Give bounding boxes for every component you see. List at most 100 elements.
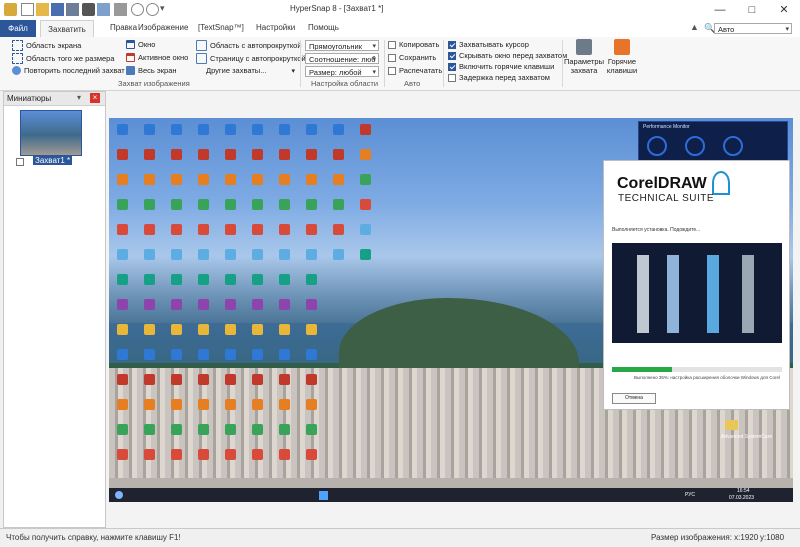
desktop-shortcut-icon xyxy=(171,449,182,460)
banner-figure xyxy=(637,255,649,333)
tab-settings[interactable]: Настройки xyxy=(256,23,295,32)
thumbnails-panel: Миниатюры ▾ × Захват1 * xyxy=(3,91,106,528)
capture-settings-label-2: захвата xyxy=(570,66,598,75)
thumbnail-label[interactable]: Захват1 * xyxy=(33,156,73,165)
undo-icon[interactable] xyxy=(131,3,144,16)
capture-window-button[interactable]: Окно xyxy=(126,40,155,49)
tab-image[interactable]: Изображение xyxy=(138,23,188,32)
checkbox-icon[interactable] xyxy=(448,73,456,82)
capture-region-button[interactable]: Область экрана xyxy=(12,40,81,51)
auto-save-label: Сохранить xyxy=(399,53,437,62)
tab-file[interactable]: Файл xyxy=(0,20,36,37)
region-shape-select[interactable]: Прямоугольник xyxy=(305,40,379,51)
checkbox-checked-icon[interactable] xyxy=(448,62,456,71)
minimize-button[interactable]: — xyxy=(704,0,736,20)
redo-icon[interactable] xyxy=(146,3,159,16)
capture-full-screen-button[interactable]: Весь экран xyxy=(126,66,177,75)
repeat-last-capture-button[interactable]: Повторить последний захват xyxy=(12,66,125,75)
desktop-shortcut-icon xyxy=(279,374,290,385)
desktop-shortcut-icon xyxy=(225,274,236,285)
hide-window-checkbox[interactable]: Скрывать окно перед захватом xyxy=(448,51,567,60)
desktop-shortcut-icon xyxy=(306,374,317,385)
desktop-shortcut-icon xyxy=(360,124,371,135)
desktop-shortcut-icon xyxy=(225,249,236,260)
checkbox-icon[interactable] xyxy=(388,66,396,75)
thumbnail-checkbox[interactable] xyxy=(16,158,24,166)
desktop-shortcut-icon xyxy=(117,324,128,335)
tab-textsnap[interactable]: [TextSnap™] xyxy=(198,23,244,32)
close-panel-icon[interactable]: × xyxy=(90,93,100,103)
other-captures-button[interactable]: Другие захваты... ▾ xyxy=(206,66,295,75)
auto-group-label: Авто xyxy=(404,79,421,88)
desktop-shortcut-icon xyxy=(171,349,182,360)
desktop-shortcut-icon xyxy=(360,149,371,160)
auto-print-checkbox[interactable]: Распечатать xyxy=(388,66,442,75)
desktop-shortcut-icon xyxy=(171,124,182,135)
zoom-select[interactable]: Авто xyxy=(714,23,792,34)
banner-figure xyxy=(742,255,754,333)
capture-active-window-button[interactable]: Активное окно xyxy=(126,53,188,62)
region-size-select[interactable]: Размер: любой xyxy=(305,66,379,77)
capture-same-size-button[interactable]: Область того же размера xyxy=(12,53,115,64)
enable-hotkeys-checkbox[interactable]: Включить горячие клавиши xyxy=(448,62,554,71)
group-divider xyxy=(384,40,385,87)
close-button[interactable]: ✕ xyxy=(768,0,800,20)
capture-autoscroll-region-button[interactable]: Область с автопрокруткой xyxy=(196,40,302,51)
desktop-shortcut-icon xyxy=(279,299,290,310)
settings-icon xyxy=(576,39,592,55)
desktop-shortcut-icon xyxy=(252,199,263,210)
auto-save-checkbox[interactable]: Сохранить xyxy=(388,53,436,62)
autoscroll-page-icon xyxy=(196,53,207,64)
desktop-shortcut-icon xyxy=(144,124,155,135)
capture-autoscroll-page-button[interactable]: Страницу с автопрокруткой xyxy=(196,53,306,64)
desktop-shortcut-icon xyxy=(306,274,317,285)
capture-autoscroll-region-label: Область с автопрокруткой xyxy=(210,41,302,50)
installer-cancel-button[interactable]: Отмена xyxy=(612,393,656,404)
thumbnail-image[interactable] xyxy=(20,110,82,156)
desktop-shortcut-icon xyxy=(225,124,236,135)
ribbon-tabs: Файл Захватить Правка Изображение [TextS… xyxy=(0,20,800,38)
checkbox-icon[interactable] xyxy=(388,40,396,49)
upload-icon[interactable] xyxy=(66,3,79,16)
checkbox-checked-icon[interactable] xyxy=(448,40,456,49)
desktop-shortcut-icon xyxy=(279,249,290,260)
checkbox-checked-icon[interactable] xyxy=(448,51,456,60)
desktop-shortcut-icon xyxy=(279,399,290,410)
desktop-shortcut-icon xyxy=(144,149,155,160)
desktop-shortcut-icon xyxy=(225,224,236,235)
auto-copy-checkbox[interactable]: Копировать xyxy=(388,40,439,49)
pin-icon[interactable]: ▾ xyxy=(77,93,81,102)
desktop-shortcut-icon xyxy=(279,424,290,435)
tab-edit[interactable]: Правка xyxy=(110,23,137,32)
save-icon[interactable] xyxy=(51,3,64,16)
tab-help[interactable]: Помощь xyxy=(308,23,339,32)
capture-settings-button[interactable]: Параметры захвата xyxy=(564,39,604,85)
capture-cursor-checkbox[interactable]: Захватывать курсор xyxy=(448,40,529,49)
desktop-shortcut-icon xyxy=(306,199,317,210)
desktop-shortcut-icon xyxy=(144,399,155,410)
performance-monitor-widget: Performance Monitor xyxy=(638,121,788,161)
desktop-shortcut-icon xyxy=(279,349,290,360)
hotkeys-button[interactable]: Горячие клавиши xyxy=(605,39,639,85)
checkbox-icon[interactable] xyxy=(388,53,396,62)
new-file-icon[interactable] xyxy=(21,3,34,16)
tab-capture[interactable]: Захватить xyxy=(40,20,94,38)
print-icon[interactable] xyxy=(82,3,95,16)
maximize-button[interactable]: □ xyxy=(736,0,768,20)
desktop-shortcut-icon xyxy=(252,424,263,435)
region-ratio-select[interactable]: Соотношение: люб xyxy=(305,53,379,64)
capture-full-screen-label: Весь экран xyxy=(138,66,177,75)
open-folder-icon[interactable] xyxy=(36,3,49,16)
collapse-ribbon-icon[interactable]: ▲ xyxy=(690,22,699,32)
desktop-shortcut-icon xyxy=(225,349,236,360)
auto-print-label: Распечатать xyxy=(399,66,443,75)
capture-delay-label: Задержка перед захватом xyxy=(459,73,550,82)
ribbon: Область экрана Область того же размера П… xyxy=(0,37,800,91)
desktop-shortcut-icon xyxy=(198,199,209,210)
image-icon[interactable] xyxy=(97,3,110,16)
properties-icon[interactable] xyxy=(114,3,127,16)
capture-delay-checkbox[interactable]: Задержка перед захватом xyxy=(448,73,550,82)
customize-quick-access-icon[interactable]: ▾ xyxy=(160,3,173,16)
desktop-shortcut-icon xyxy=(333,199,344,210)
desktop-shortcut-icon xyxy=(225,449,236,460)
